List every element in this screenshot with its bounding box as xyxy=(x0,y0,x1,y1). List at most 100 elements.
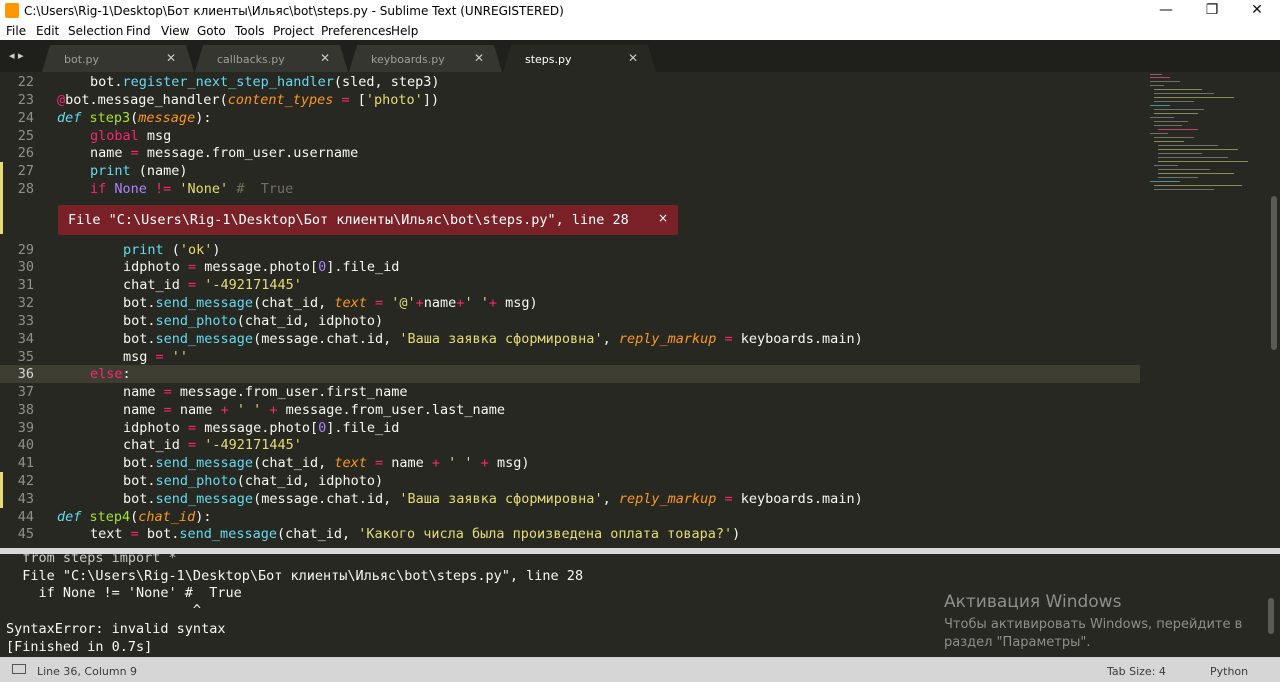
tok: msg xyxy=(123,349,156,365)
tok: 0 xyxy=(318,259,327,275)
tok: (chat_id, idphoto) xyxy=(236,313,384,329)
editor-scrollbar-thumb[interactable] xyxy=(1271,196,1277,350)
status-bar: Line 36, Column 9 Tab Size: 4 Python xyxy=(0,657,1280,682)
menu-find[interactable]: Find xyxy=(126,24,151,38)
tab-keyboards-py[interactable]: keyboards.py ✕ xyxy=(349,45,502,72)
tok: print xyxy=(90,163,131,179)
menu-preferences[interactable]: Preferences xyxy=(321,24,392,38)
tok: bot. xyxy=(138,526,180,542)
menu-file[interactable]: File xyxy=(6,24,26,38)
code-line-44: def step4(chat_id): xyxy=(57,508,211,526)
tok: + xyxy=(472,455,497,471)
output-line: ^ xyxy=(6,602,202,618)
code-line-36: else: xyxy=(90,365,131,383)
tab-close-icon[interactable]: ✕ xyxy=(628,51,638,65)
tab-callbacks-py[interactable]: callbacks.py ✕ xyxy=(195,45,348,72)
menu-selection[interactable]: Selection xyxy=(68,24,123,38)
tok: bot.message_handler( xyxy=(65,92,228,108)
tok: send_message xyxy=(179,526,277,542)
tok: send_photo xyxy=(155,313,237,329)
tok: idphoto xyxy=(123,259,189,275)
tok: ): xyxy=(195,110,212,126)
tok: 'photo' xyxy=(365,92,423,108)
tok: '@' xyxy=(391,295,416,311)
tok: send_message xyxy=(155,295,254,311)
code-line-30: idphoto = message.photo[0].file_id xyxy=(123,258,399,276)
line-number: 29 xyxy=(17,242,34,258)
tok: = xyxy=(333,92,358,108)
tok: = xyxy=(188,420,197,436)
tok: bot. xyxy=(123,491,156,507)
menu-view[interactable]: View xyxy=(161,24,189,38)
title-bar: C:\Users\Rig-1\Desktop\Бот клиенты\Ильяс… xyxy=(0,0,1280,22)
tok: keyboards.main) xyxy=(740,331,863,347)
editor-scrollbar[interactable] xyxy=(1268,72,1280,548)
maximize-button[interactable]: ❐ xyxy=(1189,0,1235,22)
tok: = xyxy=(716,491,741,507)
tok: 'ok' xyxy=(179,242,213,258)
tok: message.from_user.username xyxy=(138,145,359,161)
tok: send_photo xyxy=(155,473,237,489)
tok: , xyxy=(602,331,619,347)
output-line: [Finished in 0.7s] xyxy=(6,639,153,655)
code-line-26: name = message.from_user.username xyxy=(90,144,358,162)
menu-goto[interactable]: Goto xyxy=(197,24,226,38)
error-phantom-close-button[interactable]: × xyxy=(658,211,668,225)
code-line-29: print ('ok') xyxy=(123,241,221,259)
tok: msg) xyxy=(496,455,530,471)
tok: idphoto xyxy=(123,420,189,436)
code-editor[interactable]: 22 23 24 25 26 27 28 29 30 31 32 33 34 3… xyxy=(0,72,1280,548)
tok: name xyxy=(423,295,457,311)
tok: message.photo[ xyxy=(196,420,319,436)
tab-bot-py[interactable]: bot.py ✕ xyxy=(42,45,194,72)
minimap[interactable] xyxy=(1146,72,1268,212)
menu-edit[interactable]: Edit xyxy=(36,24,59,38)
output-scrollbar-thumb[interactable] xyxy=(1268,598,1274,634)
tab-close-icon[interactable]: ✕ xyxy=(474,51,484,65)
code-line-33: bot.send_photo(chat_id, idphoto) xyxy=(123,312,383,330)
tok: : xyxy=(122,366,131,382)
line-number: 26 xyxy=(17,145,34,161)
tab-nav-arrows-icon[interactable]: ◂ ▸ xyxy=(9,49,24,62)
tok: = xyxy=(366,295,392,311)
tok: + xyxy=(488,295,506,311)
menu-help[interactable]: Help xyxy=(391,24,418,38)
tab-size-selector[interactable]: Tab Size: 4 xyxy=(1107,665,1166,678)
tok: + xyxy=(415,295,424,311)
menu-tools[interactable]: Tools xyxy=(235,24,265,38)
code-line-28: if None != 'None' # True xyxy=(90,180,293,198)
tab-steps-py[interactable]: steps.py ✕ xyxy=(503,45,656,72)
tok: [ xyxy=(357,92,366,108)
tab-close-icon[interactable]: ✕ xyxy=(320,51,330,65)
output-line: SyntaxError: invalid syntax xyxy=(6,621,226,637)
window-title: C:\Users\Rig-1\Desktop\Бот клиенты\Ильяс… xyxy=(24,4,564,18)
tok: name xyxy=(171,402,221,418)
syntax-selector[interactable]: Python xyxy=(1210,665,1248,678)
tok: if xyxy=(90,181,115,197)
minimize-button[interactable]: — xyxy=(1143,0,1189,22)
code-line-38: name = name + ' ' + message.from_user.la… xyxy=(123,401,505,419)
line-number: 41 xyxy=(17,455,34,471)
menu-project[interactable]: Project xyxy=(273,24,314,38)
windows-activation-watermark: Активация Windows Чтобы активировать Win… xyxy=(944,592,1242,652)
tok: (chat_id, xyxy=(253,295,335,311)
code-line-22: bot.register_next_step_handler(sled, ste… xyxy=(90,73,440,91)
tok: = xyxy=(130,526,139,542)
line-number: 25 xyxy=(17,128,34,144)
tok: + xyxy=(261,402,286,418)
tok: 'Ваша заявка сформировна' xyxy=(399,331,603,347)
output-line: from steps import * xyxy=(6,554,177,566)
tab-label: keyboards.py xyxy=(371,53,445,66)
tok: step4 xyxy=(89,509,131,525)
tok: = xyxy=(188,277,205,293)
close-window-button[interactable]: ✕ xyxy=(1234,0,1280,22)
tok: def xyxy=(57,509,90,525)
tok: message.from_user.last_name xyxy=(285,402,506,418)
code-line-24: def step3(message): xyxy=(57,109,211,127)
tab-close-icon[interactable]: ✕ xyxy=(166,51,176,65)
tok: 'Какого числа была произведена оплата то… xyxy=(358,526,733,542)
panel-toggle-icon[interactable] xyxy=(12,664,26,674)
error-phantom: File "C:\Users\Rig-1\Desktop\Бот клиенты… xyxy=(58,205,678,235)
tok: (message.chat.id, xyxy=(253,331,400,347)
tok: 0 xyxy=(318,420,327,436)
